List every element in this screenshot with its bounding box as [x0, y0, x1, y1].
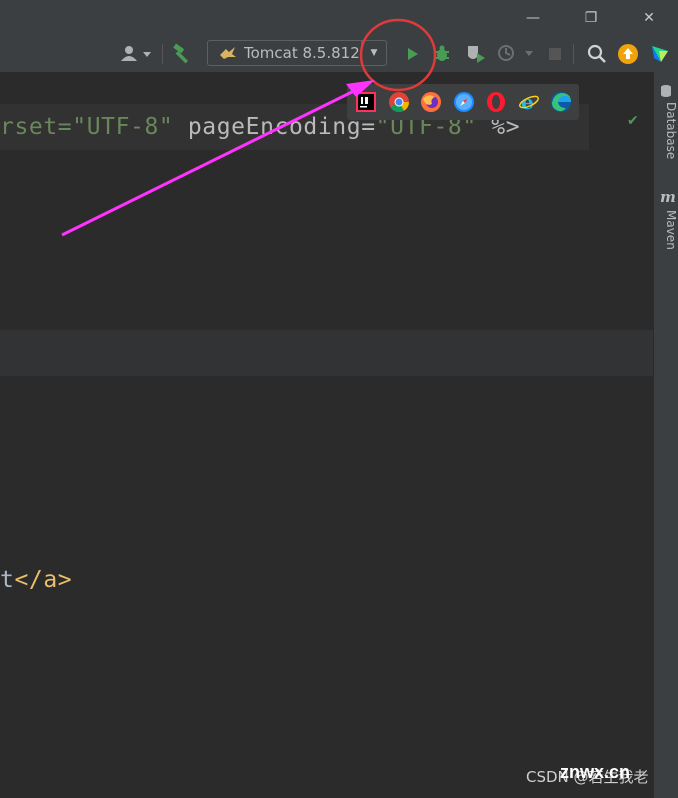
profile-icon [498, 45, 533, 61]
code-editor[interactable]: rset="UTF-8" pageEncoding="UTF-8" %> t</… [0, 72, 653, 798]
edge-icon[interactable] [550, 91, 572, 113]
opera-icon[interactable] [485, 91, 507, 113]
chrome-icon[interactable] [388, 91, 410, 113]
close-button[interactable]: ✕ [636, 6, 662, 30]
update-icon [618, 44, 638, 64]
code-token: rset= [0, 114, 73, 140]
safari-icon[interactable] [453, 91, 475, 113]
debug-button[interactable] [430, 42, 454, 66]
debug-icon [435, 45, 449, 61]
title-bar: — ❐ ✕ [0, 0, 678, 36]
run-button[interactable] [400, 42, 424, 66]
code-token: t [0, 567, 15, 593]
stop-icon [549, 48, 561, 60]
search-everywhere-button[interactable] [585, 42, 609, 66]
toolbox-button[interactable] [648, 42, 672, 66]
open-in-browser-popup: e [347, 84, 579, 120]
coverage-icon [468, 46, 485, 63]
right-tool-window-bar: Database m Maven [653, 72, 678, 798]
toolbox-icon [652, 46, 668, 62]
toolbar-separator [573, 44, 574, 64]
build-hammer-icon [173, 43, 189, 64]
tomcat-icon [220, 47, 236, 59]
toolbar-separator [162, 44, 163, 64]
caret-row-highlight [0, 330, 653, 376]
code-line-anchor-close: t</a> [0, 564, 72, 596]
intellij-icon[interactable] [355, 91, 377, 113]
user-icon [121, 46, 151, 61]
chevron-down-icon: ▼ [361, 41, 386, 65]
maven-icon: m [660, 188, 676, 206]
database-icon [661, 85, 671, 97]
firefox-icon[interactable] [420, 91, 442, 113]
profile-button[interactable] [495, 42, 535, 66]
watermark-site: znwx.cn [560, 762, 631, 782]
main-toolbar: Tomcat 8.5.812 ▼ [0, 36, 678, 73]
minimize-button[interactable]: — [520, 6, 546, 30]
run-configuration-label: Tomcat 8.5.812 [244, 44, 360, 62]
code-token: "UTF-8" [72, 114, 174, 140]
run-configuration-selector[interactable]: Tomcat 8.5.812 ▼ [207, 40, 387, 66]
tool-tab-maven[interactable]: Maven [656, 210, 678, 250]
code-token: </a> [14, 567, 73, 593]
ie-icon[interactable]: e [518, 91, 540, 113]
code-token: pageEncoding= [173, 114, 376, 140]
update-button[interactable] [616, 42, 640, 66]
restore-button[interactable]: ❐ [578, 6, 604, 30]
run-icon [408, 48, 418, 60]
stop-button[interactable] [544, 42, 566, 66]
inspection-ok-icon[interactable]: ✔ [627, 113, 639, 129]
coverage-button[interactable] [464, 42, 488, 66]
user-menu-button[interactable] [115, 42, 155, 66]
build-button[interactable] [170, 42, 194, 66]
tool-tab-database[interactable]: Database [656, 102, 678, 159]
search-icon [587, 44, 606, 63]
